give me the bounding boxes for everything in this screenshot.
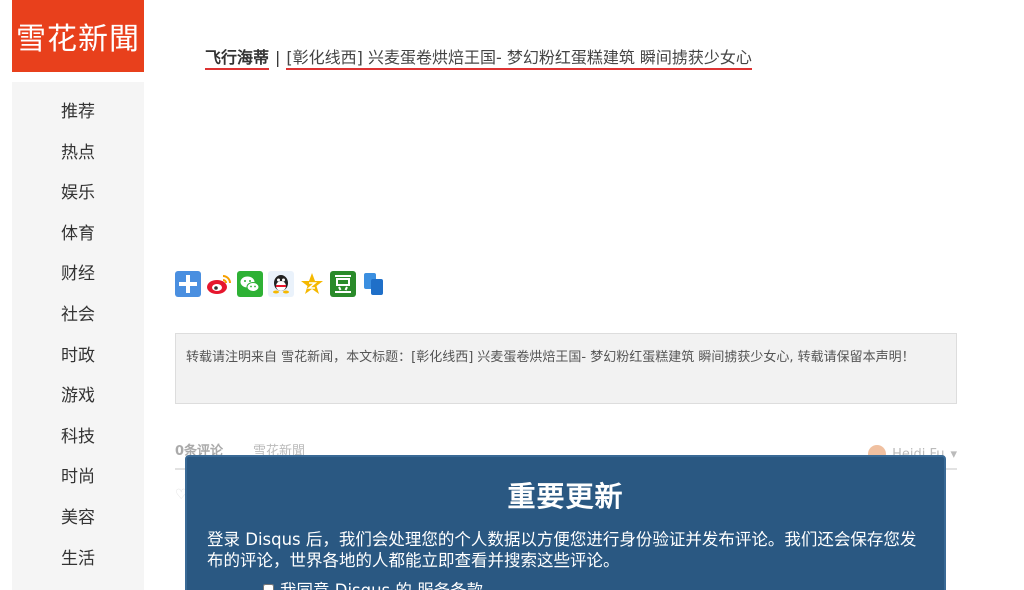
title-separator: |	[275, 48, 281, 67]
weibo-icon[interactable]	[206, 271, 232, 297]
sidebar-item-recommend[interactable]: 推荐	[12, 92, 144, 133]
site-logo-text: 雪花新聞	[16, 22, 140, 57]
article-title-bar: 飞行海蒂 | [彰化线西] 兴麦蛋卷烘焙王国- 梦幻粉红蛋糕建筑 瞬间掳获少女心	[205, 46, 752, 70]
sidebar-item-beauty[interactable]: 美容	[12, 498, 144, 539]
site-logo[interactable]: 雪花新聞	[12, 0, 144, 72]
sidebar-item-entertainment[interactable]: 娱乐	[12, 173, 144, 214]
terms-agree-row[interactable]: 我同意 Disqus 的 服务条款	[263, 577, 944, 590]
terms-agree-checkbox[interactable]	[263, 583, 274, 590]
dialog-body: 登录 Disqus 后，我们会处理您的个人数据以方便您进行身份验证并发布评论。我…	[207, 530, 917, 570]
sidebar-item-finance[interactable]: 财经	[12, 254, 144, 295]
sidebar-item-politics[interactable]: 时政	[12, 336, 144, 377]
sidebar-item-society[interactable]: 社会	[12, 295, 144, 336]
douban-icon[interactable]	[330, 271, 356, 297]
article-headline-link[interactable]: [彰化线西] 兴麦蛋卷烘焙王国- 梦幻粉红蛋糕建筑 瞬间掳获少女心	[286, 48, 752, 70]
plus-icon[interactable]	[175, 271, 201, 297]
sidebar-item-fashion[interactable]: 时尚	[12, 457, 144, 498]
dialog-title: 重要更新	[507, 480, 624, 513]
sidebar-item-hot[interactable]: 热点	[12, 133, 144, 174]
article-source-link[interactable]: 飞行海蒂	[205, 48, 270, 70]
sidebar-item-games[interactable]: 游戏	[12, 376, 144, 417]
sidebar-item-sports[interactable]: 体育	[12, 214, 144, 255]
repost-notice: 转载请注明来自 雪花新闻，本文标题：[彰化线西] 兴麦蛋卷烘焙王国- 梦幻粉红蛋…	[175, 333, 957, 404]
important-update-dialog: 重要更新 登录 Disqus 后，我们会处理您的个人数据以方便您进行身份验证并发…	[185, 455, 946, 590]
copy-icon[interactable]	[361, 271, 387, 297]
qq-icon[interactable]	[268, 271, 294, 297]
sidebar-nav: 推荐 热点 娱乐 体育 财经 社会 时政 游戏 科技 时尚 美容 生活	[12, 82, 144, 590]
terms-agree-label: 我同意 Disqus 的 服务条款	[280, 577, 483, 590]
wechat-icon[interactable]	[237, 271, 263, 297]
chevron-down-icon: ▾	[950, 446, 957, 462]
sidebar-item-tech[interactable]: 科技	[12, 417, 144, 458]
nav-list: 推荐 热点 娱乐 体育 财经 社会 时政 游戏 科技 时尚 美容 生活	[12, 82, 144, 579]
share-toolbar	[175, 271, 387, 297]
repost-notice-text: 转载请注明来自 雪花新闻，本文标题：[彰化线西] 兴麦蛋卷烘焙王国- 梦幻粉红蛋…	[186, 350, 915, 365]
sidebar-item-life[interactable]: 生活	[12, 539, 144, 580]
qzone-icon[interactable]	[299, 271, 325, 297]
